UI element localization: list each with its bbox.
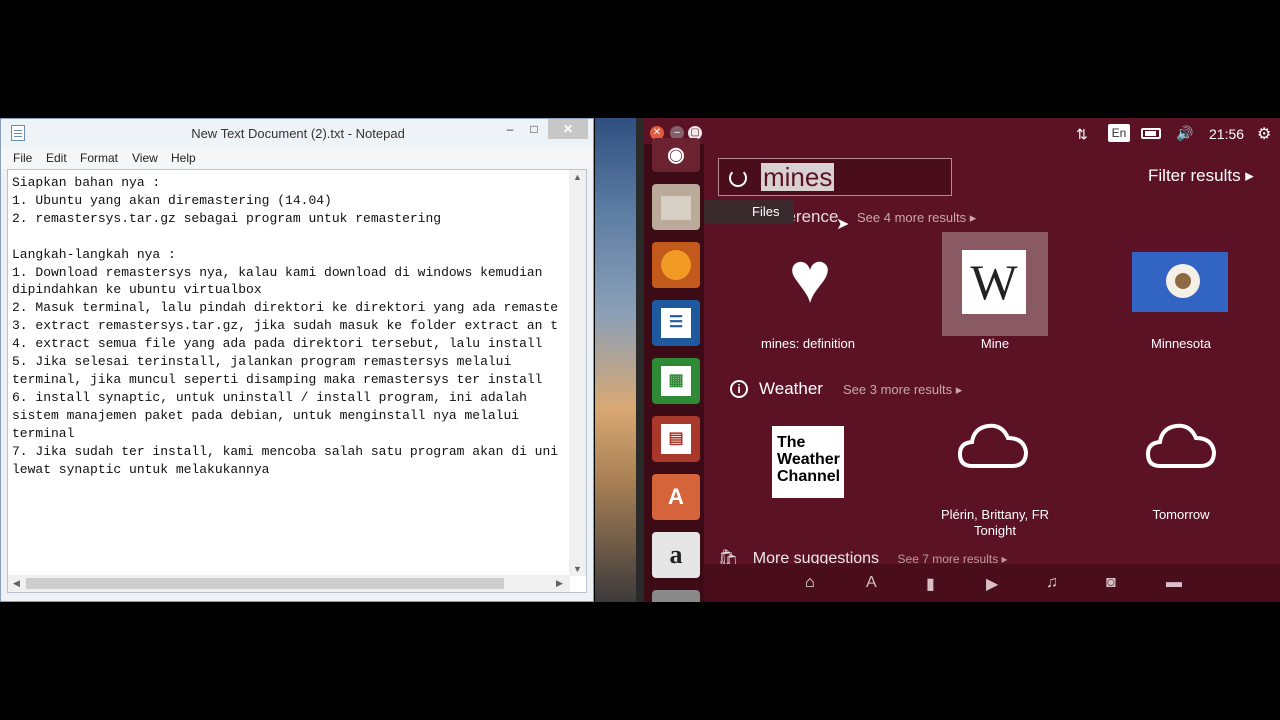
menubar: File Edit Format View Help (1, 147, 593, 169)
software-center-icon[interactable]: A (652, 474, 700, 520)
horizontal-scrollbar[interactable]: ◀ ▶ (8, 575, 570, 592)
result-label: mines: definition (761, 336, 855, 351)
libreoffice-impress-icon[interactable]: ▤ (652, 416, 700, 462)
dash-search-input[interactable]: mines (718, 158, 952, 196)
heart-icon: ♥ (788, 238, 832, 318)
scroll-down-icon[interactable]: ▼ (573, 564, 582, 574)
menu-file[interactable]: File (13, 151, 32, 165)
vertical-scrollbar[interactable]: ▲ ▼ (569, 170, 586, 576)
amazon-icon[interactable]: a (652, 532, 700, 578)
launcher: ◉ ☰ ▦ ▤ A a (644, 138, 704, 602)
scroll-right-icon[interactable]: ▶ (556, 578, 563, 589)
weather-channel-logo: The Weather Channel (772, 426, 844, 498)
wikipedia-icon: W (962, 250, 1026, 314)
document-text[interactable]: Siapkan bahan nya : 1. Ubuntu yang akan … (12, 174, 570, 574)
notepad-window: New Text Document (2).txt - Notepad – □ … (0, 118, 594, 602)
files-tooltip: Files (704, 200, 794, 224)
menu-edit[interactable]: Edit (46, 151, 67, 165)
result-label: Tomorrow (1152, 507, 1210, 522)
clock[interactable]: 21:56 (1209, 126, 1244, 142)
horizontal-scroll-thumb[interactable] (26, 578, 504, 589)
notepad-titlebar[interactable]: New Text Document (2).txt - Notepad – □ … (1, 119, 593, 147)
flag-seal (1166, 264, 1200, 298)
search-query[interactable]: mines (761, 163, 835, 191)
ubuntu-top-panel: ✕ – ▢ ⇅ En 🔊 21:56 ⚙ (644, 118, 1280, 152)
info-icon: i (730, 380, 748, 398)
result-label: Plérin, Brittany, FR (940, 507, 1050, 522)
close-button[interactable]: ✕ (548, 119, 588, 139)
minimize-button[interactable]: – (498, 119, 522, 139)
settings-gear-icon[interactable]: ⚙ (1257, 124, 1271, 144)
ubuntu-vm-window: ✕ – ▢ ⇅ En 🔊 21:56 ⚙ ◉ ☰ ▦ ▤ A a mines F… (644, 118, 1280, 602)
ubuntu-dash-icon[interactable]: ◉ (652, 138, 700, 172)
lens-bar: ⌂ A ▮ ▶ ♫ ◙ ▬ (704, 564, 1280, 602)
result-label: Minnesota (1151, 336, 1211, 351)
keyboard-language-indicator[interactable]: En (1108, 124, 1130, 142)
system-settings-icon[interactable] (652, 590, 700, 602)
search-spinner-icon (729, 169, 747, 187)
window-border (636, 118, 644, 602)
menu-help[interactable]: Help (171, 151, 196, 165)
battery-icon[interactable] (1141, 128, 1161, 139)
home-lens-icon[interactable]: ⌂ (805, 574, 815, 592)
filter-results-button[interactable]: Filter results ▸ (1148, 166, 1254, 186)
logo-line: Channel (777, 468, 841, 485)
files-lens-icon[interactable]: ▮ (926, 574, 935, 594)
logo-line: The (777, 434, 806, 451)
firefox-icon[interactable] (652, 242, 700, 288)
category-weather-title: Weather (759, 379, 823, 398)
menu-view[interactable]: View (132, 151, 158, 165)
social-lens-icon[interactable]: ▬ (1166, 574, 1182, 592)
minnesota-flag-icon (1132, 252, 1228, 312)
music-lens-icon[interactable]: ♫ (1046, 574, 1058, 592)
mouse-cursor-icon: ➤ (836, 216, 850, 233)
files-icon[interactable] (652, 184, 700, 230)
text-editor[interactable]: Siapkan bahan nya : 1. Ubuntu yang akan … (7, 169, 587, 593)
scroll-left-icon[interactable]: ◀ (13, 578, 20, 589)
result-label: Mine (980, 336, 1010, 351)
weather-see-more[interactable]: See 3 more results ▸ (843, 382, 962, 398)
volume-icon[interactable]: 🔊 (1176, 125, 1193, 142)
video-lens-icon[interactable]: ▶ (986, 574, 998, 594)
logo-line: Weather (777, 451, 840, 468)
result-sublabel: Tonight (974, 523, 1016, 538)
desktop-wallpaper (595, 118, 642, 602)
menu-format[interactable]: Format (80, 151, 118, 165)
cloud-icon (1146, 423, 1216, 468)
cloud-icon (958, 423, 1028, 468)
scroll-up-icon[interactable]: ▲ (573, 172, 582, 182)
maximize-button[interactable]: □ (522, 119, 546, 139)
reference-see-more[interactable]: See 4 more results ▸ (857, 210, 976, 226)
network-icon[interactable]: ⇅ (1076, 126, 1088, 143)
applications-lens-icon[interactable]: A (866, 574, 877, 592)
photos-lens-icon[interactable]: ◙ (1106, 574, 1116, 592)
libreoffice-writer-icon[interactable]: ☰ (652, 300, 700, 346)
libreoffice-calc-icon[interactable]: ▦ (652, 358, 700, 404)
